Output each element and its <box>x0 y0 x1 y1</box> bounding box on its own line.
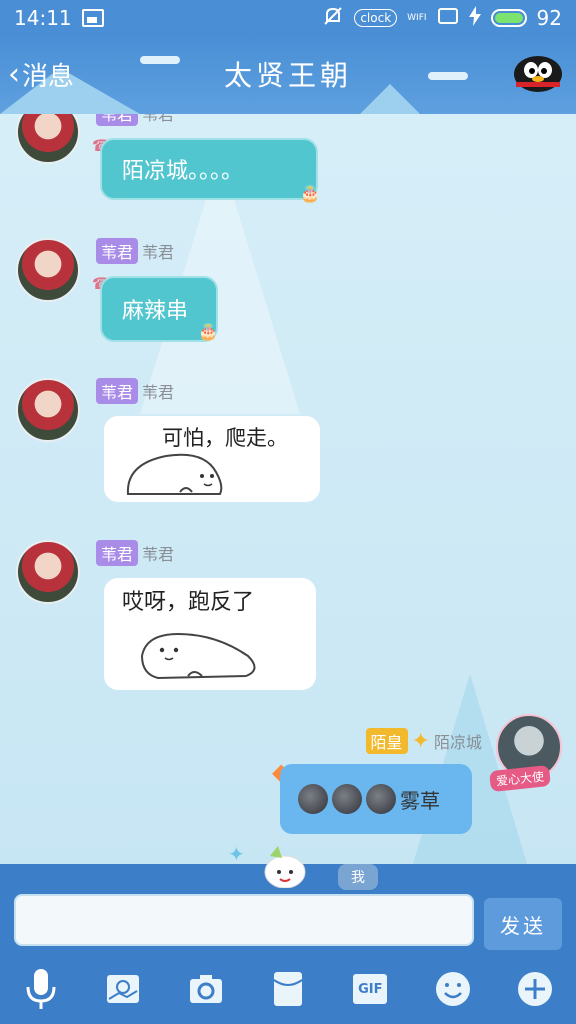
gif-label: GIF <box>353 974 388 1004</box>
sender-avatar[interactable] <box>16 114 80 164</box>
sender-title-tag: 陌皇 <box>365 728 408 754</box>
gif-icon[interactable]: GIF <box>350 969 390 1009</box>
status-bar: 14:11 clock WIFI 92 <box>0 0 576 36</box>
sender-title-tag: 苇君 <box>96 540 139 566</box>
sender-name-row: 苇君 苇君 <box>96 114 174 126</box>
sender-name-row: 苇君 苇君 <box>96 540 174 566</box>
chat-message-list[interactable]: 苇君 苇君 ☎ 陌凉城。。。。 🎂 苇君 苇君 ☎ 麻辣串 🎂 苇君 苇君 可怕… <box>0 114 576 864</box>
sender-name: 苇君 <box>142 243 175 262</box>
emoji-icon[interactable] <box>433 969 473 1009</box>
sender-name-row: 苇君 苇君 <box>96 238 174 264</box>
penguin-avatar-icon[interactable] <box>510 50 566 94</box>
sender-title-tag: 苇君 <box>96 378 139 404</box>
sender-name: 苇君 <box>142 383 175 402</box>
mascot-decoration-icon <box>258 844 312 889</box>
seal-sticker-icon <box>140 632 256 680</box>
chat-title: 太贤王朝 <box>223 59 352 92</box>
camera-icon[interactable] <box>186 969 226 1009</box>
sender-avatar[interactable] <box>16 378 80 442</box>
status-right: clock WIFI 92 <box>322 5 562 32</box>
message-text: 麻辣串 <box>122 299 189 324</box>
status-time: 14:11 <box>14 6 72 30</box>
battery-level: 92 <box>536 6 562 30</box>
message-text: 陌凉城。。。。 <box>122 159 244 184</box>
sticker-message[interactable]: 可怕，爬走。 <box>104 416 320 502</box>
sender-name: 苇君 <box>142 114 175 124</box>
microphone-icon[interactable] <box>21 969 61 1009</box>
new-moon-emoji-icon <box>332 784 362 814</box>
input-area: 我 发送 <box>0 846 576 954</box>
wifi-icon: WIFI <box>407 13 427 23</box>
clock-badge: clock <box>354 9 398 27</box>
sender-name: 苇君 <box>142 545 175 564</box>
sender-avatar[interactable] <box>16 540 80 604</box>
charging-icon <box>468 5 481 31</box>
message-text: 雾草 <box>400 788 440 813</box>
message-bubble[interactable]: 陌凉城。。。。 <box>100 138 318 200</box>
sender-name-row: 陌皇 ✦ 陌凉城 <box>334 728 482 754</box>
gallery-notification-icon <box>81 9 104 27</box>
chat-header: ‹ 消息 太贤王朝 <box>0 36 576 114</box>
new-moon-emoji-icon <box>366 784 396 814</box>
sticker-caption: 哎呀，跑反了 <box>122 590 255 615</box>
seal-sticker-icon <box>126 453 223 495</box>
red-packet-icon[interactable] <box>268 969 308 1009</box>
battery-icon <box>490 9 527 27</box>
cake-decoration-icon: 🎂 <box>198 322 218 341</box>
message-bubble[interactable]: 雾草 <box>280 764 472 834</box>
send-button[interactable]: 发送 <box>484 898 562 950</box>
chat-toolbar: GIF <box>0 954 576 1024</box>
plus-icon[interactable] <box>515 969 555 1009</box>
sender-title-tag: 苇君 <box>96 114 139 126</box>
new-moon-emoji-icon <box>298 784 328 814</box>
me-label: 我 <box>338 864 378 890</box>
sender-title-tag: 苇君 <box>96 238 139 264</box>
message-input[interactable] <box>14 894 474 946</box>
sender-avatar[interactable] <box>16 238 80 302</box>
cake-decoration-icon: 🎂 <box>300 184 320 203</box>
mute-icon <box>322 5 344 32</box>
image-icon[interactable] <box>103 969 143 1009</box>
sparkle-decoration-icon: ✦ <box>228 842 245 864</box>
status-left: 14:11 <box>14 6 104 30</box>
sender-name-row: 苇君 苇君 <box>96 378 174 404</box>
sender-name: 陌凉城 <box>433 733 482 752</box>
sticker-message[interactable]: 哎呀，跑反了 <box>104 578 316 690</box>
signal-icon <box>437 6 459 30</box>
diamond-level-icon: ✦ <box>411 728 430 754</box>
